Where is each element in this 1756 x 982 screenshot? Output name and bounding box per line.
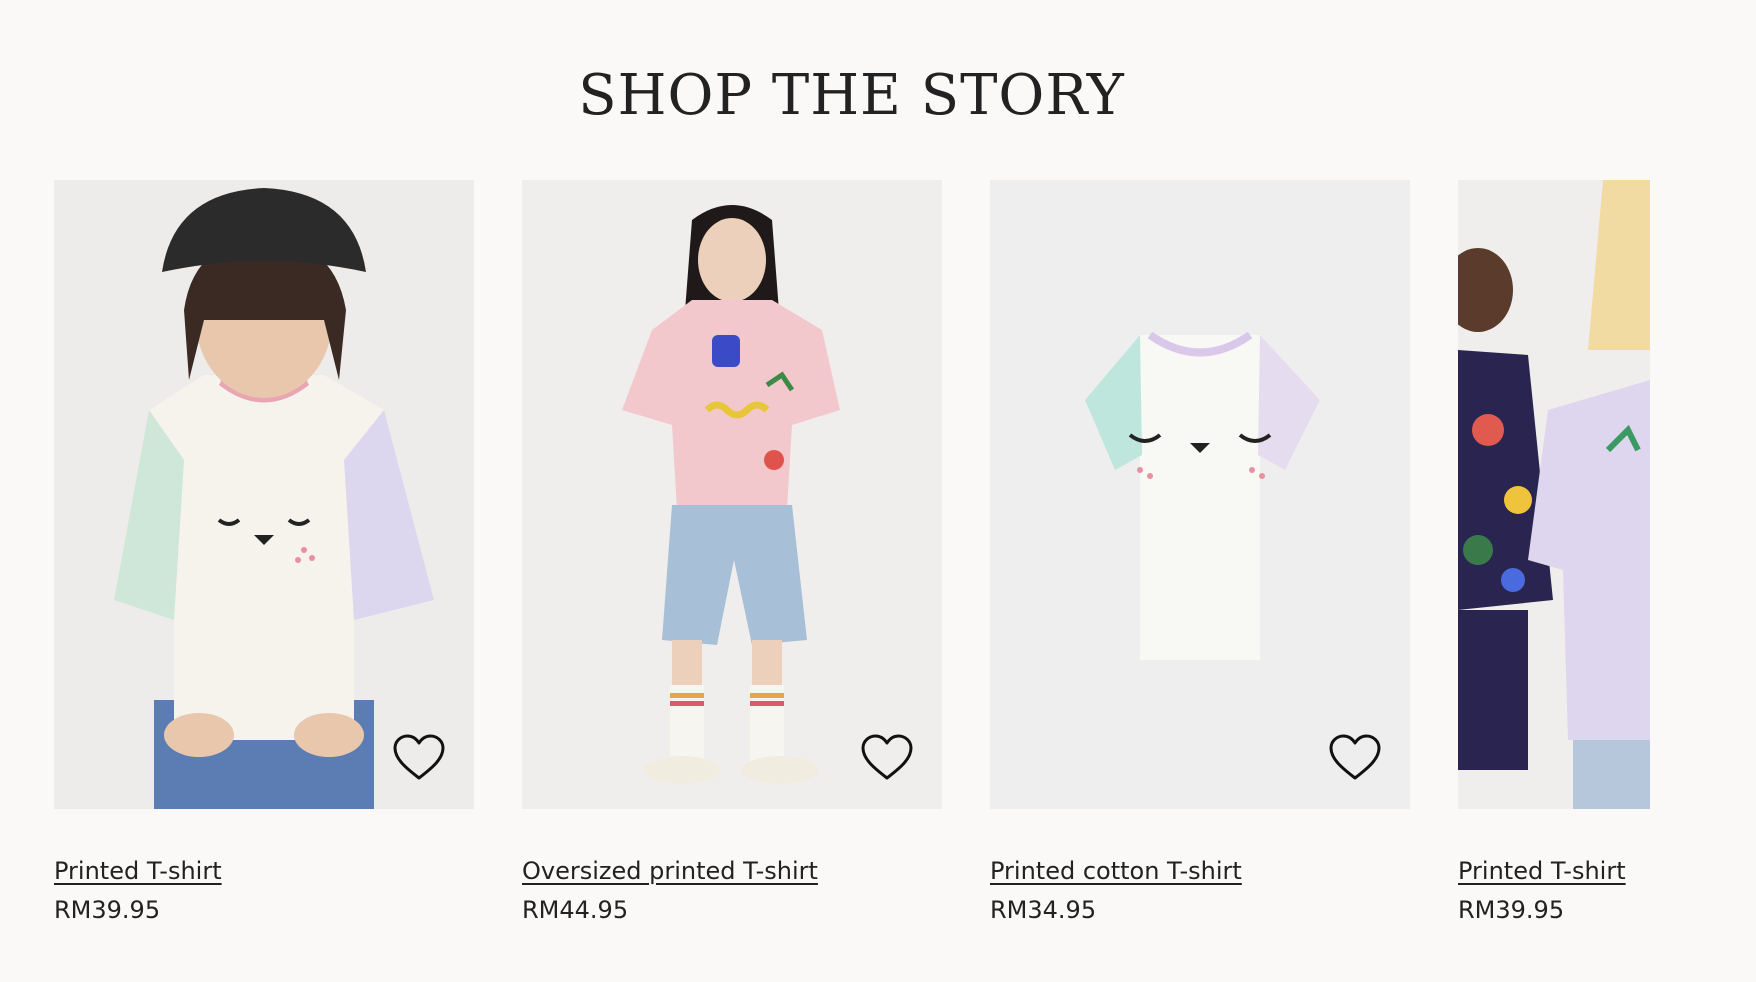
product-photo bbox=[522, 180, 942, 809]
product-card[interactable]: Printed cotton T-shirt RM34.95 bbox=[990, 180, 1410, 940]
product-photo bbox=[54, 180, 474, 809]
section-title: SHOP THE STORY bbox=[578, 63, 1125, 128]
product-image[interactable] bbox=[990, 180, 1410, 809]
product-title-link[interactable]: Printed T-shirt bbox=[1458, 855, 1626, 887]
product-image[interactable] bbox=[1458, 180, 1650, 809]
product-title-link[interactable]: Printed cotton T-shirt bbox=[990, 855, 1242, 887]
product-title-link[interactable]: Oversized printed T-shirt bbox=[522, 855, 818, 887]
product-photo bbox=[990, 180, 1410, 809]
heart-outline-icon[interactable] bbox=[392, 733, 446, 783]
product-price: RM34.95 bbox=[990, 896, 1097, 924]
product-image[interactable] bbox=[54, 180, 474, 809]
product-price: RM39.95 bbox=[54, 896, 161, 924]
product-image[interactable] bbox=[522, 180, 942, 809]
heart-outline-icon[interactable] bbox=[1328, 733, 1382, 783]
heart-outline-icon[interactable] bbox=[860, 733, 914, 783]
product-card[interactable]: Oversized printed T-shirt RM44.95 bbox=[522, 180, 942, 940]
product-carousel[interactable]: Printed T-shirt RM39.95 Oversized printe… bbox=[54, 180, 1650, 940]
product-price: RM44.95 bbox=[522, 896, 629, 924]
product-card[interactable]: Printed T-shirt RM39.95 bbox=[1458, 180, 1650, 940]
product-photo bbox=[1458, 180, 1650, 809]
product-price: RM39.95 bbox=[1458, 896, 1565, 924]
product-title-link[interactable]: Printed T-shirt bbox=[54, 855, 222, 887]
product-card[interactable]: Printed T-shirt RM39.95 bbox=[54, 180, 474, 940]
